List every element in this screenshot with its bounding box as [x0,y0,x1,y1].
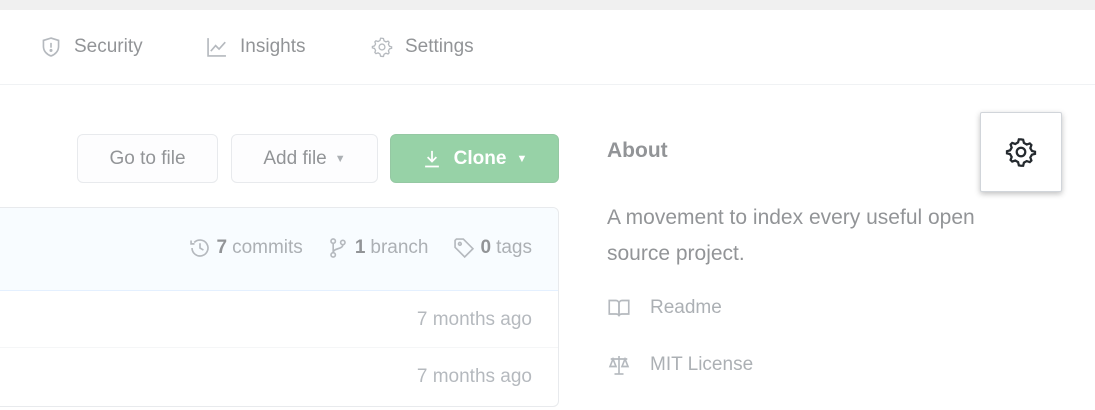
add-file-button[interactable]: Add file ▼ [231,134,378,183]
file-list-header: 7 commits 1 branch 0 tags [0,208,558,291]
license-link[interactable]: MIT License [607,353,753,377]
tags-link[interactable]: 0 tags [453,237,532,259]
tags-label: tags [496,237,532,258]
gear-icon [1005,138,1037,167]
repo-stats: 7 commits 1 branch 0 tags [165,237,532,259]
tab-insights[interactable]: Insights [206,35,305,59]
book-icon [607,296,631,320]
gear-icon [371,36,393,58]
branches-label: branch [370,237,429,258]
tags-count: 0 [480,237,492,258]
tab-insights-label: Insights [240,36,306,57]
about-heading: About [607,139,668,162]
graph-icon [206,36,228,58]
readme-link[interactable]: Readme [607,296,722,320]
clone-label: Clone [453,147,507,169]
repository-page: Security Insights Settings Go to file Ad… [0,10,1095,410]
file-list-box: 7 commits 1 branch 0 tags 7 months ago 7… [0,207,559,407]
download-icon [422,149,442,169]
branches-count: 1 [354,237,366,258]
caret-down-icon: ▼ [516,152,528,165]
tab-settings[interactable]: Settings [371,35,474,59]
go-to-file-button[interactable]: Go to file [77,134,218,183]
tab-security[interactable]: Security [40,35,143,59]
license-label: MIT License [650,354,754,375]
tab-settings-label: Settings [405,36,474,57]
about-description: A movement to index every useful open so… [607,206,975,265]
clone-button[interactable]: Clone ▼ [390,134,559,183]
commits-count: 7 [216,237,228,258]
commits-link[interactable]: 7 commits [189,237,303,259]
history-icon [189,237,211,259]
file-row-age: 7 months ago [416,309,532,330]
go-to-file-label: Go to file [109,147,186,169]
tab-security-label: Security [74,36,143,57]
file-row[interactable]: 7 months ago [0,348,558,405]
commits-label: commits [232,237,303,258]
caret-down-icon: ▼ [334,152,346,165]
readme-label: Readme [650,297,722,318]
branches-link[interactable]: 1 branch [327,237,429,259]
add-file-label: Add file [263,147,327,169]
about-settings-button[interactable] [980,112,1062,192]
tag-icon [453,237,475,259]
file-row-age: 7 months ago [416,366,532,387]
file-row[interactable]: 7 months ago [0,291,558,348]
git-branch-icon [327,237,349,259]
repo-nav-tabs: Security Insights Settings [0,10,1095,85]
shield-icon [40,36,62,58]
law-icon [607,353,631,377]
